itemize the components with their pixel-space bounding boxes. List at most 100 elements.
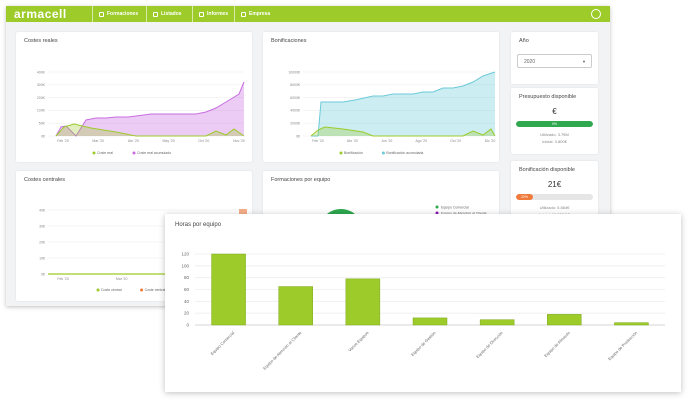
x-tick-label: Oct '20 — [198, 139, 209, 143]
x-tick-label: Equipo de Producción — [607, 330, 638, 361]
y-tick-label: 80 — [184, 275, 190, 280]
card-title: Bonificaciones — [271, 38, 307, 44]
y-tick-label: 0 — [186, 323, 189, 328]
card-title: Bonificación disponible — [519, 167, 575, 173]
y-tick-label: 0€ — [41, 134, 45, 138]
y-tick-label: 120 — [181, 252, 189, 257]
bar — [412, 317, 448, 326]
brand-logo[interactable]: armacell — [14, 7, 67, 21]
legend-label: Equipo Comercial — [441, 205, 469, 209]
legend-marker — [339, 151, 343, 155]
list-icon — [153, 11, 158, 17]
legend-label: Bonificación acumulada — [386, 151, 423, 155]
bonificaciones-chart: 10000€ 8000€ 6000€ 4000€ 2000€ 0€ Feb '20 Abr '… — [288, 70, 496, 155]
presupuesto-amount: € — [552, 107, 557, 116]
y-tick-label: 40€ — [39, 208, 45, 212]
y-tick-label: 50K — [39, 122, 46, 126]
y-tick-label: 30€ — [39, 224, 45, 228]
y-tick-label: 4000€ — [290, 109, 300, 113]
card-title: Formaciones por equipo — [271, 177, 331, 183]
report-icon — [199, 11, 204, 17]
x-tick-label: Oct '20 — [450, 139, 461, 143]
bar — [211, 253, 246, 326]
y-tick-label: 200K — [37, 96, 46, 100]
bonificacion-progress: 22% — [516, 194, 593, 200]
y-tick-label: 20€ — [39, 240, 45, 244]
horas-equipo-chart: 0 20 40 60 80 100 120 Equipo Comercial Equipo de… — [181, 252, 665, 371]
y-tick-label: 2000€ — [290, 122, 300, 126]
x-tick-label: Equipo de Atención al Cliente — [262, 330, 303, 371]
x-tick-label: Abr '20 — [128, 139, 139, 143]
bar — [614, 322, 649, 326]
accumulated-area — [311, 72, 495, 136]
x-tick-label: Abr '20 — [347, 139, 358, 143]
y-tick-label: 60 — [184, 287, 190, 292]
x-tick-label: Equipo de Gestión — [410, 330, 437, 357]
legend-label: Bonificación — [344, 151, 363, 155]
x-tick-label: Equipo de Almacén — [543, 330, 571, 358]
x-tick-label: Mar '20 — [116, 277, 128, 281]
year-select[interactable]: 2020 ▼ — [517, 54, 592, 68]
card-title: Presupuesto disponible — [519, 94, 577, 100]
y-tick-label: 20 — [184, 311, 190, 316]
card-title: Costes reales — [24, 38, 58, 44]
legend-marker — [92, 151, 96, 155]
x-tick-label: Dic '20 — [485, 139, 496, 143]
x-tick-label: Feb '20 — [57, 139, 69, 143]
presupuesto-initial: Inicial: 3.800€ — [542, 139, 567, 144]
document-icon — [99, 11, 104, 17]
legend-marker — [140, 288, 144, 292]
bar — [547, 314, 582, 326]
y-tick-label: 100K — [37, 109, 46, 113]
y-tick-label: 10€ — [39, 256, 45, 260]
y-tick-label: 400K — [37, 70, 46, 74]
bonificacion-amount: 21€ — [547, 180, 562, 189]
chevron-down-icon: ▼ — [582, 59, 586, 64]
bonificacion-used: Utilizado: 5.884€ — [539, 205, 570, 210]
legend-marker — [381, 151, 385, 155]
legend-label: Coste real — [97, 151, 113, 155]
x-tick-label: Nov '20 — [233, 139, 245, 143]
legend-marker — [96, 288, 100, 292]
slice-label: 18.7% — [352, 207, 364, 212]
presupuesto-progress: 0% — [516, 121, 593, 127]
y-tick-label: 40 — [184, 299, 190, 304]
top-navigation-bar: armacell Formaciones Listados Informes E… — [6, 6, 610, 22]
bar — [345, 278, 381, 326]
card-bonificaciones: Bonificaciones 10000€ 8000€ 6000€ 4000€ 2000… — [263, 32, 499, 162]
card-title: Costes centrales — [24, 177, 65, 183]
nav-informes[interactable]: Informes — [192, 6, 234, 22]
nav-listados[interactable]: Listados — [146, 6, 188, 22]
legend-marker — [435, 205, 439, 209]
legend-marker — [132, 151, 136, 155]
settings-icon[interactable] — [591, 9, 601, 19]
x-tick-label: Equipo de Dirección — [475, 330, 504, 359]
nav-empresa[interactable]: Empresa — [234, 6, 276, 22]
nav-formaciones[interactable]: Formaciones — [92, 6, 144, 22]
bonificacion-progress-fill: 22% — [516, 194, 533, 200]
card-title: Horas por equipo — [175, 222, 222, 228]
y-tick-label: 6000€ — [290, 96, 300, 100]
x-tick-label: Jun '20 — [381, 139, 392, 143]
building-icon — [241, 11, 246, 17]
y-tick-label: 100 — [181, 263, 189, 268]
legend-label: Coste central — [101, 288, 122, 292]
card-horas-equipo: Horas por equipo 0 20 40 60 80 100 120 Equipo C… — [165, 214, 681, 392]
presupuesto-progress-fill: 0% — [516, 121, 593, 127]
y-tick-label: 10000€ — [288, 70, 300, 74]
legend-label: Coste real acumulado — [137, 151, 171, 155]
x-tick-label: Mar '20 — [92, 139, 104, 143]
y-tick-label: 300K — [37, 83, 46, 87]
costes-reales-chart: 400K 300K 200K 100K 50K 0€ Feb '20 Mar '20 Abr '… — [37, 70, 245, 155]
card-costes-reales: Costes reales 400K 300K 200K 100K 50K 0€ Feb '… — [16, 32, 252, 162]
bar — [479, 319, 515, 326]
x-tick-label: May '20 — [163, 139, 175, 143]
card-anio: Año 2020 ▼ — [511, 32, 598, 84]
y-tick-label: 8000€ — [290, 83, 300, 87]
card-title: Año — [519, 38, 529, 44]
y-tick-label: 0€ — [296, 134, 300, 138]
bar — [278, 286, 313, 326]
presupuesto-used: Utilizado: 3.7€M — [540, 132, 569, 137]
x-tick-label: Varios Equipos — [347, 330, 369, 352]
x-tick-label: Ago '20 — [415, 139, 427, 143]
